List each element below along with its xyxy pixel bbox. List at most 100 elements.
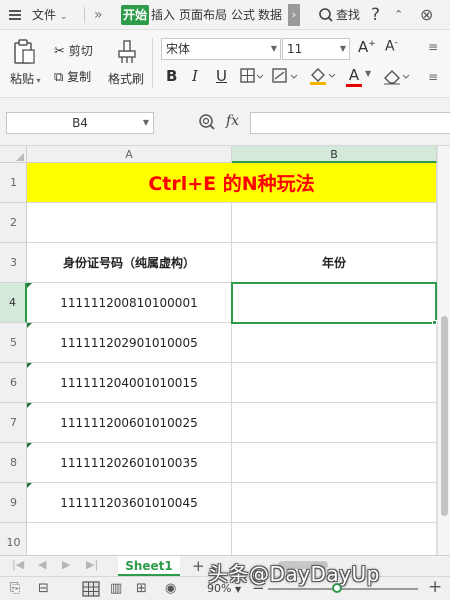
align-icon[interactable]: ≡ [428,40,438,54]
sheet-tab-sheet1[interactable]: Sheet1 [118,556,180,576]
id-cell[interactable]: 111111200601010025 [27,403,232,443]
tab-data[interactable]: 数据 [258,0,282,30]
text-number-indicator [27,283,32,288]
reading-mode-icon[interactable]: ◉ [165,581,176,596]
id-cell[interactable]: 111111202601010035 [27,443,232,483]
borders-icon[interactable] [240,67,264,89]
cell-grid: Ctrl+E 的N种玩法 身份证号码（纯属虚构） 年份 111111200810… [27,163,437,555]
double-chevron-icon[interactable]: » [94,0,103,30]
first-sheet-icon[interactable]: |◀ [12,558,24,571]
chevron-down-icon: ▼ [142,118,149,127]
id-cell[interactable]: 111111204001010015 [27,363,232,403]
fill-color-icon[interactable] [308,66,336,90]
chevron-down-icon: ▼ [339,44,346,53]
row-header-3[interactable]: 3 [0,243,27,283]
cell-a10[interactable] [27,523,232,555]
text-number-indicator [27,443,32,448]
font-color-icon[interactable]: A ▼ [346,65,371,87]
page-break-view-icon[interactable]: ⊞ [136,581,147,596]
copy-icon: ⧉ [54,70,64,85]
name-box[interactable]: B4 ▼ [6,112,154,134]
collapse-ribbon-icon[interactable]: ⌃ [394,0,403,30]
zoom-slider[interactable] [268,588,418,590]
watermark: 头条@DayDayUp [208,562,380,586]
scissors-icon: ✂ [54,44,65,59]
clear-eraser-icon[interactable] [382,67,410,89]
row-header-5[interactable]: 5 [0,323,27,363]
menu-tab-bar: 文件 ⌄ » 开始 插入 页面布局 公式 数据 › 查找 ? ⌃ ⊗ [0,0,450,30]
more-tabs-chevron-icon[interactable]: › [288,4,300,26]
header-cell-year[interactable]: 年份 [232,243,437,283]
prev-sheet-icon[interactable]: ◀ [38,558,46,571]
format-painter-button[interactable]: 格式刷 [108,70,144,87]
normal-view-icon[interactable] [82,581,100,600]
decrease-font-size-icon[interactable]: A- [385,38,398,55]
zoom-in-icon[interactable]: + [428,577,442,597]
italic-button[interactable]: I [192,67,198,85]
increase-font-size-icon[interactable]: A+ [358,38,376,56]
cell-a2[interactable] [27,203,232,243]
cell-b10[interactable] [232,523,437,555]
add-sheet-button[interactable]: + [192,556,205,576]
row-header-4[interactable]: 4 [0,283,27,323]
title-cell-merged[interactable]: Ctrl+E 的N种玩法 [27,163,437,203]
next-sheet-icon[interactable]: ▶ [62,558,70,571]
year-cell[interactable] [232,403,437,443]
help-icon[interactable]: ? [371,0,380,30]
cell-b2[interactable] [232,203,437,243]
year-cell[interactable] [232,363,437,403]
search-icon [319,8,333,22]
font-name-select[interactable]: 宋体 ▼ [161,38,281,60]
underline-button[interactable]: U [216,67,227,85]
id-cell[interactable]: 111111202901010005 [27,323,232,363]
select-all-corner[interactable] [0,146,27,163]
formula-input[interactable] [250,112,450,134]
protect-icon[interactable]: ⊟ [38,581,49,596]
active-cell-selection[interactable] [231,282,437,324]
formula-bar: B4 ▼ fx [0,98,450,146]
vertical-scrollbar[interactable] [437,146,450,555]
divider [152,38,153,88]
row-header-7[interactable]: 7 [0,403,27,443]
id-cell[interactable]: 111111200810100001 [27,283,232,323]
row-header-2[interactable]: 2 [0,203,27,243]
row-header-9[interactable]: 9 [0,483,27,523]
vertical-scroll-thumb[interactable] [441,316,448,516]
year-cell[interactable] [232,443,437,483]
tab-insert[interactable]: 插入 [151,0,175,30]
column-headers: A B [0,146,450,163]
column-header-a[interactable]: A [27,146,232,163]
tab-home[interactable]: 开始 [121,5,150,25]
tab-formulas[interactable]: 公式 [231,0,255,30]
paste-icon[interactable] [12,39,36,69]
cut-button[interactable]: ✂ 剪切 [54,42,93,59]
divider [84,7,85,23]
page-setup-icon[interactable]: ⎘ [10,581,20,596]
text-number-indicator [27,483,32,488]
bold-button[interactable]: B [166,67,177,85]
year-cell[interactable] [232,483,437,523]
paste-button[interactable]: 粘贴 ▾ [10,70,41,87]
row-header-1[interactable]: 1 [0,163,27,203]
column-header-b[interactable]: B [232,146,437,163]
zoom-search-icon[interactable] [198,112,216,136]
year-cell[interactable] [232,323,437,363]
search-button[interactable]: 查找 [318,0,360,30]
function-button[interactable]: fx [226,113,239,129]
close-icon[interactable]: ⊗ [420,0,433,30]
copy-button[interactable]: ⧉ 复制 [54,68,91,85]
align-icon[interactable]: ≡ [428,70,438,84]
row-header-6[interactable]: 6 [0,363,27,403]
chevron-down-icon: ▼ [270,44,277,53]
file-menu[interactable]: 文件 ⌄ [32,0,67,30]
header-cell-id[interactable]: 身份证号码（纯属虚构） [27,243,232,283]
page-layout-view-icon[interactable]: ▥ [110,581,122,596]
font-size-select[interactable]: 11 ▼ [282,38,350,60]
row-header-8[interactable]: 8 [0,443,27,483]
menu-icon[interactable] [8,0,22,30]
cell-style-icon[interactable] [272,67,298,89]
id-cell[interactable]: 111111203601010045 [27,483,232,523]
tab-page-layout[interactable]: 页面布局 [179,0,227,30]
last-sheet-icon[interactable]: ▶| [86,558,98,571]
format-painter-icon[interactable] [116,39,138,69]
